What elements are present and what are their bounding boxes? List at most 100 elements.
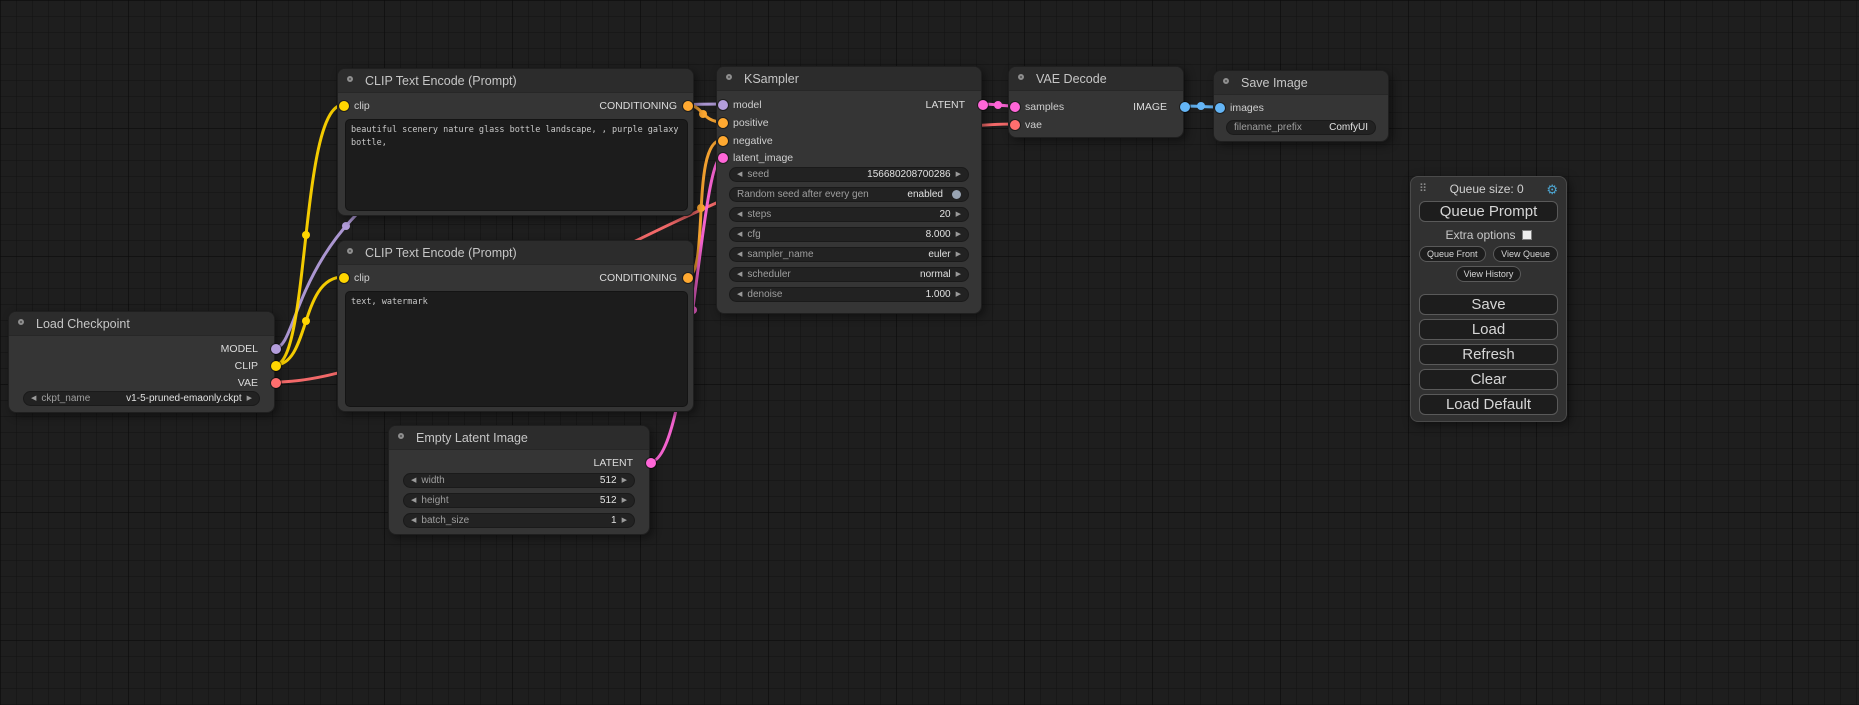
widget-ckpt-name[interactable]: ◀ ckpt_name v1-5-pruned-emaonly.ckpt ▶ [23, 391, 260, 406]
decrement-arrow-icon[interactable]: ◀ [737, 288, 742, 301]
input-label-clip: clip [354, 100, 370, 112]
output-slot-conditioning[interactable] [683, 101, 693, 111]
widget-label: sampler_name [747, 249, 813, 260]
refresh-button[interactable]: Refresh [1419, 344, 1558, 365]
widget-seed[interactable]: ◀ seed 156680208700286 ▶ [729, 167, 969, 182]
increment-arrow-icon[interactable]: ▶ [956, 228, 961, 241]
decrement-arrow-icon[interactable]: ◀ [411, 514, 416, 527]
node-collapse-dot[interactable] [1018, 74, 1024, 80]
prompt-textarea[interactable]: text, watermark [345, 291, 688, 407]
widget-label: ckpt_name [41, 393, 90, 404]
input-slot-samples[interactable] [1010, 102, 1020, 112]
input-slot-model[interactable] [718, 100, 728, 110]
output-slot-model[interactable] [271, 344, 281, 354]
prompt-textarea[interactable]: beautiful scenery nature glass bottle la… [345, 119, 688, 211]
node-ksampler[interactable]: KSampler model positive negative latent_… [716, 66, 982, 314]
node-clip-text-encode-positive[interactable]: CLIP Text Encode (Prompt) clip CONDITION… [337, 68, 694, 216]
input-slot-negative[interactable] [718, 136, 728, 146]
clear-button[interactable]: Clear [1419, 369, 1558, 390]
input-slot-positive[interactable] [718, 118, 728, 128]
increment-arrow-icon[interactable]: ▶ [956, 248, 961, 261]
output-slot-latent[interactable] [978, 100, 988, 110]
extra-options-label: Extra options [1445, 228, 1515, 242]
input-slot-clip[interactable] [339, 273, 349, 283]
widget-scheduler[interactable]: ◀ scheduler normal ▶ [729, 267, 969, 282]
output-slot-clip[interactable] [271, 361, 281, 371]
decrement-arrow-icon[interactable]: ◀ [737, 248, 742, 261]
increment-arrow-icon[interactable]: ▶ [956, 168, 961, 181]
widget-label: steps [747, 209, 771, 220]
node-title-bar[interactable]: Empty Latent Image [389, 426, 649, 450]
node-collapse-dot[interactable] [398, 433, 404, 439]
increment-arrow-icon[interactable]: ▶ [622, 474, 627, 487]
widget-label: width [421, 475, 444, 486]
widget-cfg[interactable]: ◀ cfg 8.000 ▶ [729, 227, 969, 242]
node-title: CLIP Text Encode (Prompt) [365, 74, 517, 88]
decrement-arrow-icon[interactable]: ◀ [737, 208, 742, 221]
increment-arrow-icon[interactable]: ▶ [622, 514, 627, 527]
input-slot-vae[interactable] [1010, 120, 1020, 130]
node-collapse-dot[interactable] [1223, 78, 1229, 84]
decrement-arrow-icon[interactable]: ◀ [31, 392, 36, 405]
node-clip-text-encode-negative[interactable]: CLIP Text Encode (Prompt) clip CONDITION… [337, 240, 694, 412]
output-slot-vae[interactable] [271, 378, 281, 388]
widget-filename-prefix[interactable]: filename_prefix ComfyUI [1226, 120, 1376, 135]
decrement-arrow-icon[interactable]: ◀ [737, 228, 742, 241]
view-history-button[interactable]: View History [1456, 266, 1522, 282]
node-title-bar[interactable]: KSampler [717, 67, 981, 91]
load-default-button[interactable]: Load Default [1419, 394, 1558, 415]
input-slot-images[interactable] [1215, 103, 1225, 113]
node-title-bar[interactable]: Load Checkpoint [9, 312, 274, 336]
node-title-bar[interactable]: Save Image [1214, 71, 1388, 95]
input-slot-clip[interactable] [339, 101, 349, 111]
node-load-checkpoint[interactable]: Load Checkpoint MODEL CLIP VAE ◀ ckpt_na… [8, 311, 275, 413]
increment-arrow-icon[interactable]: ▶ [956, 208, 961, 221]
node-vae-decode[interactable]: VAE Decode samples vae IMAGE [1008, 66, 1184, 138]
queue-panel-header[interactable]: ⠿ Queue size: 0 ⚙ [1419, 181, 1558, 197]
widget-width[interactable]: ◀ width 512 ▶ [403, 473, 635, 488]
view-queue-button[interactable]: View Queue [1493, 246, 1558, 262]
decrement-arrow-icon[interactable]: ◀ [411, 474, 416, 487]
save-button[interactable]: Save [1419, 294, 1558, 315]
decrement-arrow-icon[interactable]: ◀ [737, 268, 742, 281]
increment-arrow-icon[interactable]: ▶ [247, 392, 252, 405]
output-slot-latent[interactable] [646, 458, 656, 468]
widget-value: normal [920, 269, 951, 280]
node-collapse-dot[interactable] [726, 74, 732, 80]
input-slot-latent-image[interactable] [718, 153, 728, 163]
node-title: Empty Latent Image [416, 431, 528, 445]
node-title-bar[interactable]: CLIP Text Encode (Prompt) [338, 69, 693, 93]
extra-options-checkbox[interactable] [1522, 230, 1532, 240]
input-label-samples: samples [1025, 101, 1064, 113]
queue-front-button[interactable]: Queue Front [1419, 246, 1486, 262]
widget-label: cfg [747, 229, 760, 240]
settings-gear-icon[interactable]: ⚙ [1546, 183, 1558, 196]
output-label-latent: LATENT [594, 457, 633, 469]
node-collapse-dot[interactable] [347, 76, 353, 82]
widget-batch-size[interactable]: ◀ batch_size 1 ▶ [403, 513, 635, 528]
queue-panel[interactable]: ⠿ Queue size: 0 ⚙ Queue Prompt Extra opt… [1410, 176, 1567, 422]
node-title-bar[interactable]: CLIP Text Encode (Prompt) [338, 241, 693, 265]
node-title-bar[interactable]: VAE Decode [1009, 67, 1183, 91]
widget-denoise[interactable]: ◀ denoise 1.000 ▶ [729, 287, 969, 302]
widget-steps[interactable]: ◀ steps 20 ▶ [729, 207, 969, 222]
widget-height[interactable]: ◀ height 512 ▶ [403, 493, 635, 508]
load-button[interactable]: Load [1419, 319, 1558, 340]
decrement-arrow-icon[interactable]: ◀ [411, 494, 416, 507]
output-slot-image[interactable] [1180, 102, 1190, 112]
increment-arrow-icon[interactable]: ▶ [956, 288, 961, 301]
widget-random-seed-toggle[interactable]: Random seed after every gen enabled [729, 187, 969, 202]
node-collapse-dot[interactable] [18, 319, 24, 325]
node-collapse-dot[interactable] [347, 248, 353, 254]
drag-handle-icon[interactable]: ⠿ [1419, 184, 1427, 195]
increment-arrow-icon[interactable]: ▶ [622, 494, 627, 507]
decrement-arrow-icon[interactable]: ◀ [737, 168, 742, 181]
queue-prompt-button[interactable]: Queue Prompt [1419, 201, 1558, 222]
widget-sampler-name[interactable]: ◀ sampler_name euler ▶ [729, 247, 969, 262]
increment-arrow-icon[interactable]: ▶ [956, 268, 961, 281]
toggle-knob[interactable] [952, 190, 961, 199]
input-label-images: images [1230, 102, 1264, 114]
node-save-image[interactable]: Save Image images filename_prefix ComfyU… [1213, 70, 1389, 142]
output-slot-conditioning[interactable] [683, 273, 693, 283]
node-empty-latent-image[interactable]: Empty Latent Image LATENT ◀ width 512 ▶ … [388, 425, 650, 535]
